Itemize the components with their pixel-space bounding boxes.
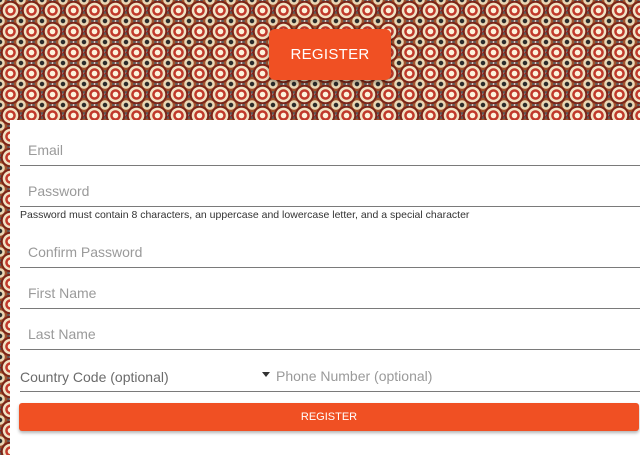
email-field-wrapper [20,135,640,166]
country-code-value: Country Code (optional) [20,369,169,385]
password-field[interactable] [20,176,640,206]
confirm-password-field-wrapper [20,237,640,268]
country-code-select[interactable]: Country Code (optional) [20,361,270,392]
confirm-password-field[interactable] [20,237,640,267]
password-hint: Password must contain 8 characters, an u… [20,209,470,221]
first-name-field[interactable] [20,278,640,308]
last-name-field-wrapper [20,319,640,350]
registration-form: Password must contain 8 characters, an u… [10,120,640,455]
header-register-button[interactable]: REGISTER [269,29,391,80]
password-field-wrapper [20,176,640,207]
phone-field-wrapper [268,361,640,392]
email-field[interactable] [20,135,640,165]
first-name-field-wrapper [20,278,640,309]
phone-number-field[interactable] [268,361,640,391]
last-name-field[interactable] [20,319,640,349]
register-submit-button[interactable]: REGISTER [19,403,639,431]
